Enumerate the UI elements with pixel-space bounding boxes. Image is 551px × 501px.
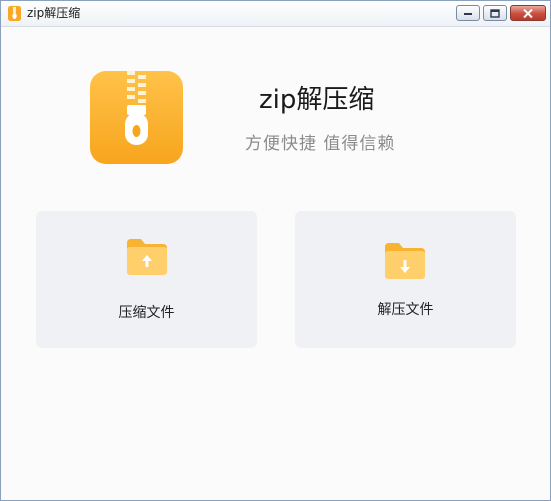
app-window: zip解压缩 zip解压缩 方便快捷 值得信赖 压缩文件 解压文件	[0, 0, 551, 501]
main-content: zip解压缩 方便快捷 值得信赖 压缩文件 解压文件	[1, 27, 550, 500]
compress-file-button[interactable]: 压缩文件	[36, 211, 257, 348]
maximize-icon	[490, 8, 500, 18]
folder-download-icon	[385, 243, 425, 279]
compress-file-label: 压缩文件	[118, 305, 175, 321]
title-bar[interactable]: zip解压缩	[1, 1, 550, 27]
extract-file-button[interactable]: 解压文件	[295, 211, 516, 348]
minimize-icon	[464, 13, 472, 15]
zipper-icon	[8, 6, 21, 21]
window-title: zip解压缩	[27, 6, 81, 20]
app-tagline: 方便快捷 值得信赖	[245, 134, 396, 154]
minimize-button[interactable]	[456, 5, 480, 21]
zipper-icon	[90, 71, 183, 164]
extract-file-label: 解压文件	[377, 302, 434, 318]
close-button[interactable]	[510, 5, 546, 21]
close-icon	[523, 8, 533, 18]
maximize-button[interactable]	[483, 5, 507, 21]
app-title: zip解压缩	[259, 85, 375, 115]
folder-upload-icon	[127, 239, 167, 275]
